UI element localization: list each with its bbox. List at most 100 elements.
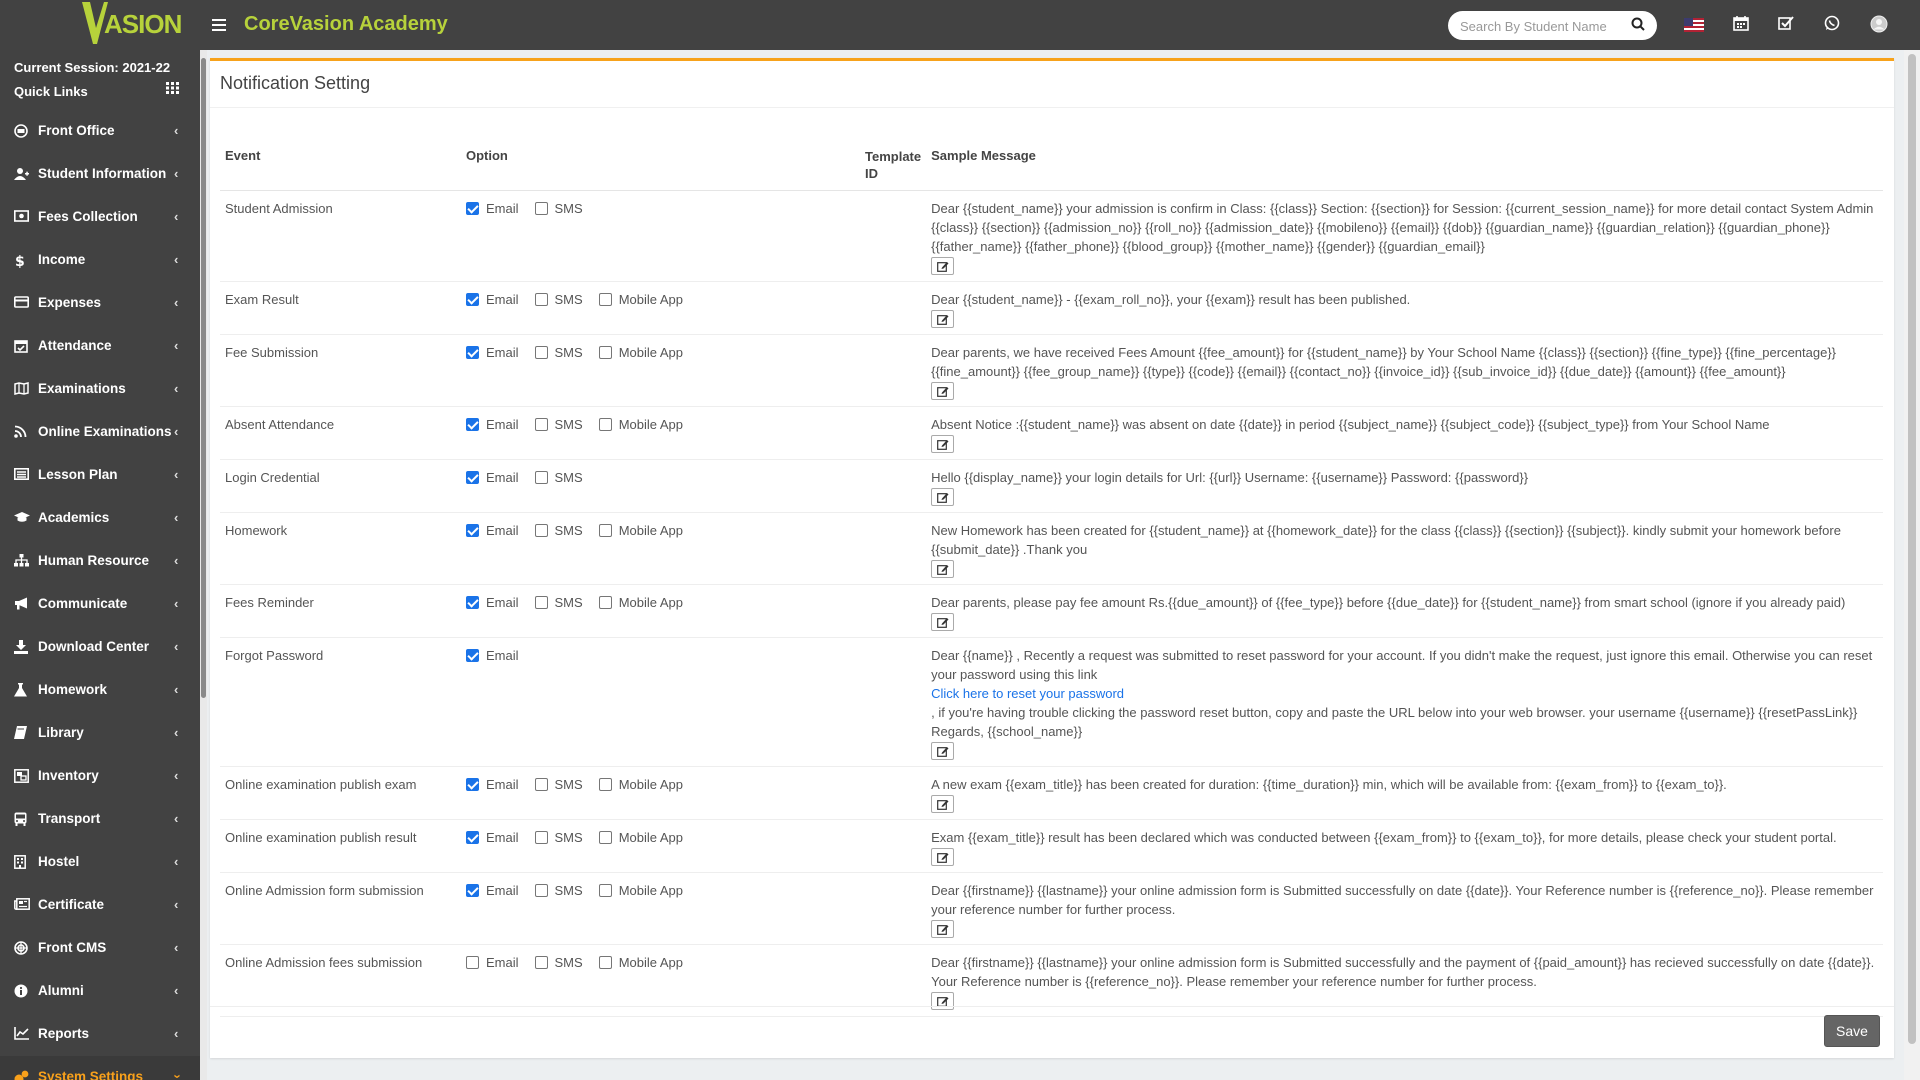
calendar-icon[interactable] xyxy=(1733,15,1753,35)
whatsapp-icon[interactable] xyxy=(1824,15,1844,35)
email-checkbox[interactable] xyxy=(466,418,479,431)
sms-checkbox[interactable] xyxy=(534,956,548,969)
email-option-label[interactable]: Email xyxy=(486,199,519,218)
reset-password-link[interactable]: Click here to reset your password xyxy=(931,686,1124,701)
sidebar-item-human-resource[interactable]: Human Resource ‹ xyxy=(0,540,200,583)
sidebar-item-fees-collection[interactable]: Fees Collection ‹ xyxy=(0,196,200,239)
sms-option[interactable]: SMS xyxy=(534,828,583,847)
email-checkbox[interactable] xyxy=(466,778,479,791)
sms-option[interactable]: SMS xyxy=(534,775,583,794)
search-icon[interactable] xyxy=(1631,17,1647,33)
email-option-label[interactable]: Email xyxy=(486,953,519,972)
app-option-label[interactable]: Mobile App xyxy=(619,593,683,612)
sidebar-item-front-cms[interactable]: Front CMS ‹ xyxy=(0,927,200,970)
email-checkbox[interactable] xyxy=(466,596,479,609)
app-title[interactable]: CoreVasion Academy xyxy=(244,13,448,36)
sms-option[interactable]: SMS xyxy=(534,290,583,309)
sms-option-label[interactable]: SMS xyxy=(555,828,583,847)
sms-checkbox[interactable] xyxy=(534,884,548,897)
sidebar-scroll-thumb[interactable] xyxy=(201,58,206,698)
app-checkbox[interactable] xyxy=(598,293,612,306)
sms-option-label[interactable]: SMS xyxy=(555,468,583,487)
app-option[interactable]: Mobile App xyxy=(598,775,683,794)
app-option[interactable]: Mobile App xyxy=(598,521,683,540)
sidebar-item-system-settings[interactable]: System Settings ‹ xyxy=(0,1056,200,1080)
email-checkbox[interactable] xyxy=(466,293,479,306)
sms-option-label[interactable]: SMS xyxy=(555,593,583,612)
email-option-label[interactable]: Email xyxy=(486,881,519,900)
sms-option-label[interactable]: SMS xyxy=(555,199,583,218)
email-option[interactable]: Email xyxy=(466,953,519,972)
email-option[interactable]: Email xyxy=(466,290,519,309)
app-checkbox[interactable] xyxy=(598,831,612,844)
email-option[interactable]: Email xyxy=(466,881,519,900)
sms-option[interactable]: SMS xyxy=(534,415,583,434)
sidebar-item-attendance[interactable]: Attendance ‹ xyxy=(0,325,200,368)
edit-template-button[interactable] xyxy=(931,920,955,938)
email-option[interactable]: Email xyxy=(466,646,519,665)
edit-template-button[interactable] xyxy=(931,257,955,275)
sms-option[interactable]: SMS xyxy=(534,593,583,612)
sidebar-item-homework[interactable]: Homework ‹ xyxy=(0,669,200,712)
email-option-label[interactable]: Email xyxy=(486,290,519,309)
sms-option-label[interactable]: SMS xyxy=(555,415,583,434)
sms-option[interactable]: SMS xyxy=(534,468,583,487)
app-option[interactable]: Mobile App xyxy=(598,881,683,900)
sms-option[interactable]: SMS xyxy=(534,199,583,218)
app-option-label[interactable]: Mobile App xyxy=(619,415,683,434)
app-checkbox[interactable] xyxy=(598,418,612,431)
sms-checkbox[interactable] xyxy=(534,202,548,215)
edit-template-button[interactable] xyxy=(931,560,955,578)
sidebar-item-reports[interactable]: Reports ‹ xyxy=(0,1013,200,1056)
sms-checkbox[interactable] xyxy=(534,293,548,306)
sidebar-item-income[interactable]: $ Income ‹ xyxy=(0,239,200,282)
sms-checkbox[interactable] xyxy=(534,471,548,484)
edit-template-button[interactable] xyxy=(931,310,955,328)
app-option-label[interactable]: Mobile App xyxy=(619,343,683,362)
app-checkbox[interactable] xyxy=(598,596,612,609)
us-flag-icon[interactable] xyxy=(1684,15,1704,35)
email-option[interactable]: Email xyxy=(466,199,519,218)
app-option[interactable]: Mobile App xyxy=(598,828,683,847)
sidebar-item-student-information[interactable]: Student Information ‹ xyxy=(0,153,200,196)
menu-toggle-icon[interactable] xyxy=(212,15,226,35)
sms-checkbox[interactable] xyxy=(534,831,548,844)
edit-template-button[interactable] xyxy=(931,848,955,866)
sidebar-item-hostel[interactable]: Hostel ‹ xyxy=(0,841,200,884)
email-option-label[interactable]: Email xyxy=(486,775,519,794)
grid-icon[interactable] xyxy=(166,81,180,95)
email-option-label[interactable]: Email xyxy=(486,343,519,362)
sms-option-label[interactable]: SMS xyxy=(555,343,583,362)
email-checkbox[interactable] xyxy=(466,471,479,484)
avatar[interactable] xyxy=(1870,15,1890,35)
sidebar-item-communicate[interactable]: Communicate ‹ xyxy=(0,583,200,626)
email-option[interactable]: Email xyxy=(466,828,519,847)
sidebar-item-online-examinations[interactable]: Online Examinations ‹ xyxy=(0,411,200,454)
sms-checkbox[interactable] xyxy=(534,596,548,609)
app-option[interactable]: Mobile App xyxy=(598,593,683,612)
sidebar-item-certificate[interactable]: Certificate ‹ xyxy=(0,884,200,927)
email-checkbox[interactable] xyxy=(466,524,479,537)
sms-option-label[interactable]: SMS xyxy=(555,521,583,540)
email-option[interactable]: Email xyxy=(466,415,519,434)
email-checkbox[interactable] xyxy=(466,956,479,969)
email-option[interactable]: Email xyxy=(466,521,519,540)
email-option[interactable]: Email xyxy=(466,343,519,362)
app-checkbox[interactable] xyxy=(598,346,612,359)
edit-template-button[interactable] xyxy=(931,992,955,1010)
email-option-label[interactable]: Email xyxy=(486,468,519,487)
page-scroll-thumb[interactable] xyxy=(1908,54,1916,1044)
sms-option-label[interactable]: SMS xyxy=(555,953,583,972)
edit-template-button[interactable] xyxy=(931,435,955,453)
sidebar-item-front-office[interactable]: Front Office ‹ xyxy=(0,110,200,153)
email-option-label[interactable]: Email xyxy=(486,646,519,665)
sms-option[interactable]: SMS xyxy=(534,521,583,540)
email-checkbox[interactable] xyxy=(466,884,479,897)
email-option[interactable]: Email xyxy=(466,775,519,794)
sidebar-item-examinations[interactable]: Examinations ‹ xyxy=(0,368,200,411)
sms-option-label[interactable]: SMS xyxy=(555,881,583,900)
sms-checkbox[interactable] xyxy=(534,778,548,791)
edit-template-button[interactable] xyxy=(931,613,955,631)
app-option[interactable]: Mobile App xyxy=(598,953,683,972)
email-option[interactable]: Email xyxy=(466,468,519,487)
